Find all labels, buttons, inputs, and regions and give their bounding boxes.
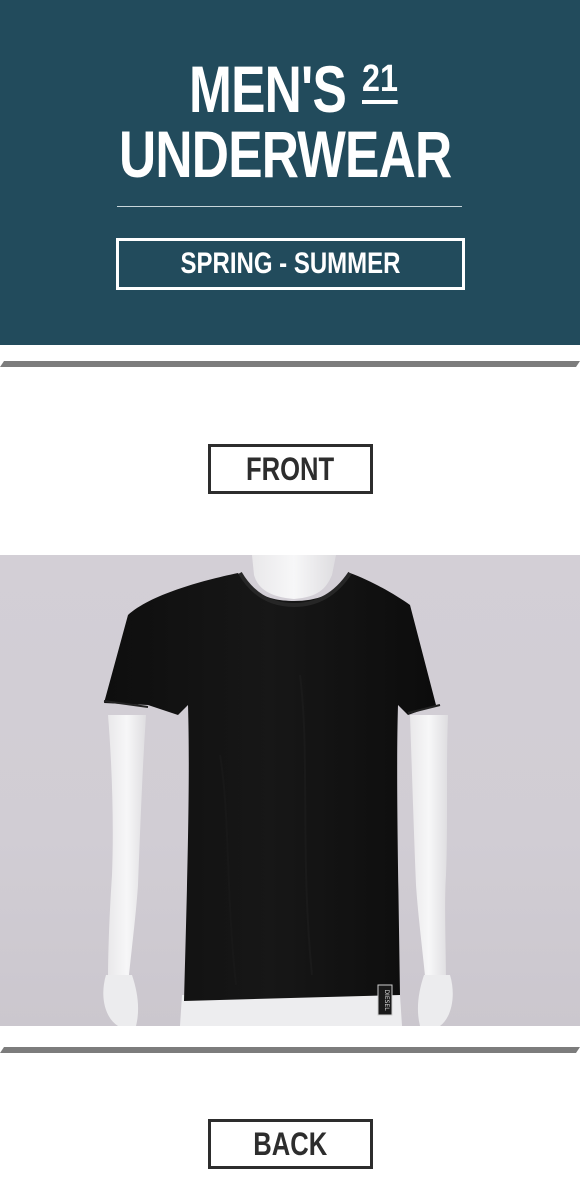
header-banner: MEN'S 21 UNDERWEAR SPRING - SUMMER — [0, 0, 580, 345]
mannequin-left-hand — [103, 975, 139, 1026]
mannequin-neck — [252, 555, 336, 599]
back-label: BACK — [253, 1125, 328, 1162]
title-underwear: UNDERWEAR — [119, 117, 452, 191]
section-divider — [0, 1047, 580, 1057]
title-superscript-21: 21 — [362, 60, 398, 104]
back-label-box: BACK — [208, 1119, 373, 1169]
mannequin-right-arm — [410, 715, 448, 985]
brand-tag-text: DIESEL — [383, 989, 390, 1011]
mannequin-left-arm — [108, 715, 146, 985]
section-divider — [0, 361, 580, 371]
season-badge: SPRING - SUMMER — [116, 238, 465, 290]
mannequin-right-hand — [417, 975, 453, 1026]
product-photo: DIESEL — [0, 555, 580, 1026]
tshirt-on-mannequin-image: DIESEL — [103, 555, 453, 1026]
tshirt-body — [104, 573, 436, 1001]
front-label-box: FRONT — [208, 444, 373, 494]
front-label: FRONT — [246, 450, 335, 487]
banner-divider-line — [117, 206, 462, 207]
season-label: SPRING - SUMMER — [180, 247, 401, 280]
title-mens: MEN'S — [189, 52, 347, 126]
